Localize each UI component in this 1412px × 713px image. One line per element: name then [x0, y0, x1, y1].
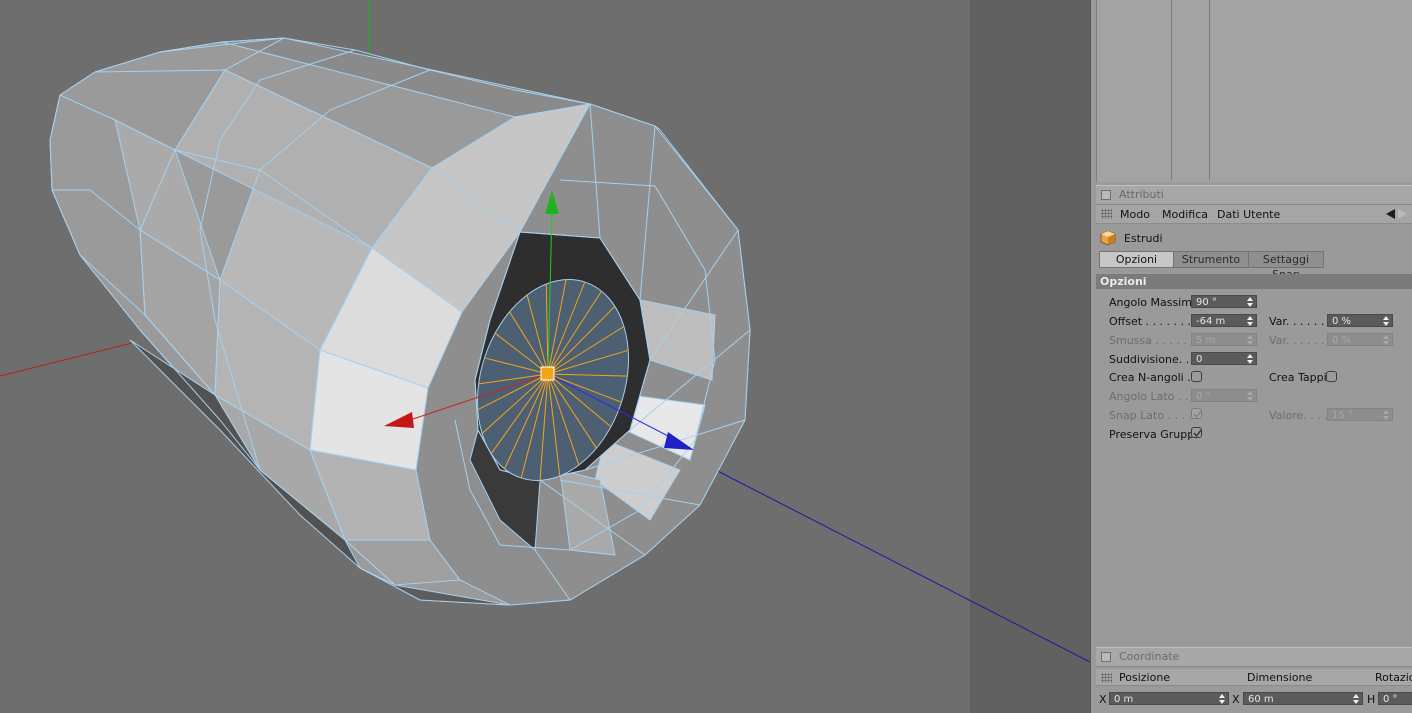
- rotation-header: Rotazion: [1375, 671, 1412, 684]
- create-caps-checkbox[interactable]: [1326, 371, 1337, 382]
- forward-arrow-icon[interactable]: [1398, 209, 1407, 219]
- options-group-header[interactable]: Opzioni: [1096, 274, 1412, 289]
- coordinates-title: Coordinate: [1119, 650, 1180, 663]
- object-column-divider: [1171, 0, 1172, 180]
- subdivision-field[interactable]: 0: [1191, 352, 1257, 365]
- offset-field[interactable]: -64 m: [1191, 314, 1257, 327]
- subdivision-value: 0: [1196, 354, 1203, 365]
- grip-icon[interactable]: [1101, 209, 1112, 219]
- options-group-title: Opzioni: [1100, 275, 1147, 288]
- position-x-value: 0 m: [1114, 694, 1134, 705]
- max-angle-value: 90 °: [1196, 297, 1217, 308]
- rotation-h-value: 0 °: [1383, 694, 1398, 705]
- tab-snap-settings[interactable]: Settaggi Snap: [1248, 251, 1324, 281]
- offset-var-label: Var. . . . . .: [1269, 315, 1325, 328]
- spinner-icon: [1247, 391, 1253, 401]
- bevel-var-value: 0 %: [1332, 335, 1352, 346]
- offset-label: Offset . . . . . . . .: [1109, 315, 1198, 328]
- tab-tool[interactable]: Strumento: [1173, 251, 1249, 268]
- checkmark-icon: [1193, 429, 1202, 438]
- object-column-divider: [1209, 0, 1210, 180]
- grip-icon[interactable]: [1101, 673, 1112, 683]
- bevel-field: 5 m: [1191, 333, 1257, 346]
- viewport-canvas[interactable]: [0, 0, 1090, 713]
- tool-name: Estrudi: [1124, 232, 1163, 245]
- spinner-icon[interactable]: [1219, 694, 1225, 704]
- edge-snap-value-label: Valore. . . .: [1269, 409, 1328, 422]
- menu-mode[interactable]: Modo: [1120, 208, 1150, 221]
- edge-angle-value: 0 °: [1196, 391, 1211, 402]
- 3d-viewport[interactable]: [0, 0, 1090, 713]
- spinner-icon[interactable]: [1353, 694, 1359, 704]
- extrude-cube-icon: [1100, 230, 1116, 246]
- spinner-icon: [1383, 335, 1389, 345]
- rotation-h-field[interactable]: 0 °: [1378, 692, 1412, 705]
- edge-angle-field: 0 °: [1191, 389, 1257, 402]
- coordinates-collapse-checkbox[interactable]: [1101, 652, 1111, 662]
- edge-snap-checkbox: [1191, 408, 1202, 419]
- attributes-menubar: Modo Modifica Dati Utente: [1096, 205, 1412, 224]
- bevel-label: Smussa . . . . . .: [1109, 334, 1194, 347]
- edge-snap-value-field: 15 °: [1327, 408, 1393, 421]
- viewport-right-strip: [970, 0, 1090, 713]
- position-header: Posizione: [1119, 671, 1171, 684]
- attributes-collapse-checkbox[interactable]: [1101, 190, 1111, 200]
- bevel-var-label: Var. . . . . .: [1269, 334, 1325, 347]
- create-ngons-checkbox[interactable]: [1191, 371, 1202, 382]
- spinner-icon[interactable]: [1247, 354, 1253, 364]
- coordinates-column-headers: Posizione Dimensione Rotazion: [1096, 669, 1412, 686]
- coordinates-header[interactable]: Coordinate: [1096, 647, 1412, 667]
- max-angle-label: Angolo Massimo: [1109, 296, 1199, 309]
- checkmark-icon: [1193, 410, 1202, 419]
- right-panel: Attributi Modo Modifica Dati Utente Estr…: [1090, 0, 1412, 713]
- create-caps-label: Crea Tappi: [1269, 371, 1327, 384]
- object-manager-area[interactable]: [1096, 0, 1412, 182]
- size-x-value: 60 m: [1248, 694, 1274, 705]
- bevel-var-field: 0 %: [1327, 333, 1393, 346]
- tool-title: Estrudi: [1100, 228, 1300, 248]
- menu-user-data[interactable]: Dati Utente: [1217, 208, 1280, 221]
- max-angle-field[interactable]: 90 °: [1191, 295, 1257, 308]
- spinner-icon[interactable]: [1247, 297, 1253, 307]
- create-ngons-label: Crea N-angoli . .: [1109, 371, 1198, 384]
- size-x-field[interactable]: 60 m: [1243, 692, 1363, 705]
- size-header: Dimensione: [1247, 671, 1313, 684]
- edge-snap-value: 15 °: [1332, 410, 1353, 421]
- position-axis-label: X: [1099, 693, 1107, 706]
- tab-options[interactable]: Opzioni: [1099, 251, 1174, 268]
- back-arrow-icon[interactable]: [1386, 209, 1395, 219]
- gizmo-center-handle[interactable]: [540, 366, 555, 381]
- offset-var-field[interactable]: 0 %: [1327, 314, 1393, 327]
- preserve-groups-checkbox[interactable]: [1191, 427, 1202, 438]
- spinner-icon: [1383, 410, 1389, 420]
- bevel-value: 5 m: [1196, 335, 1216, 346]
- subdivision-label: Suddivisione. . .: [1109, 353, 1197, 366]
- preserve-groups-label: Preserva Gruppi: [1109, 428, 1198, 441]
- menu-edit[interactable]: Modifica: [1162, 208, 1208, 221]
- spinner-icon: [1247, 335, 1253, 345]
- attributes-title: Attributi: [1119, 188, 1164, 201]
- edge-angle-label: Angolo Lato . . .: [1109, 390, 1196, 403]
- size-axis-label: X: [1232, 693, 1240, 706]
- edge-snap-label: Snap Lato . . . .: [1109, 409, 1193, 422]
- rotation-axis-label: H: [1367, 693, 1376, 706]
- spinner-icon[interactable]: [1247, 316, 1253, 326]
- position-x-field[interactable]: 0 m: [1109, 692, 1229, 705]
- spinner-icon[interactable]: [1383, 316, 1389, 326]
- offset-value: -64 m: [1196, 316, 1226, 327]
- offset-var-value: 0 %: [1332, 316, 1352, 327]
- attributes-header[interactable]: Attributi: [1096, 185, 1412, 205]
